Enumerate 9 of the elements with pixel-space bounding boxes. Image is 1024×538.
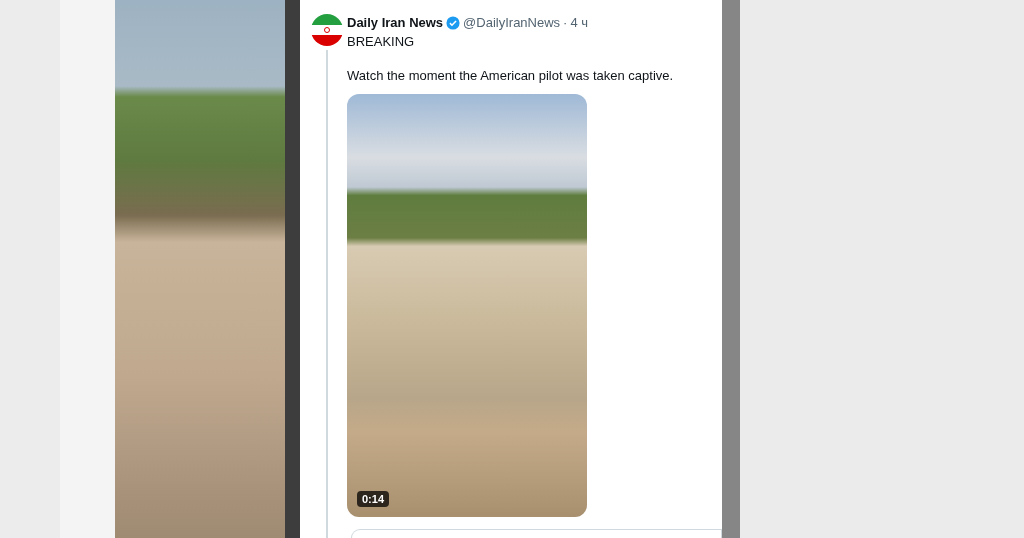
tweet-text: BREAKING [347,33,416,49]
tweet-text: Watch the moment the American pilot was taken captive. [347,67,675,83]
author-name[interactable]: Daily Iran News [347,15,444,31]
timestamp[interactable]: 4 ч [570,15,589,31]
video-thumbnail[interactable]: 0:14 [347,93,587,518]
avatar-flag-icon[interactable] [311,14,343,46]
separator-dot: · [563,15,568,31]
video-duration: 0:14 [357,491,390,508]
author-handle[interactable]: @DailyIranNews [463,15,561,31]
